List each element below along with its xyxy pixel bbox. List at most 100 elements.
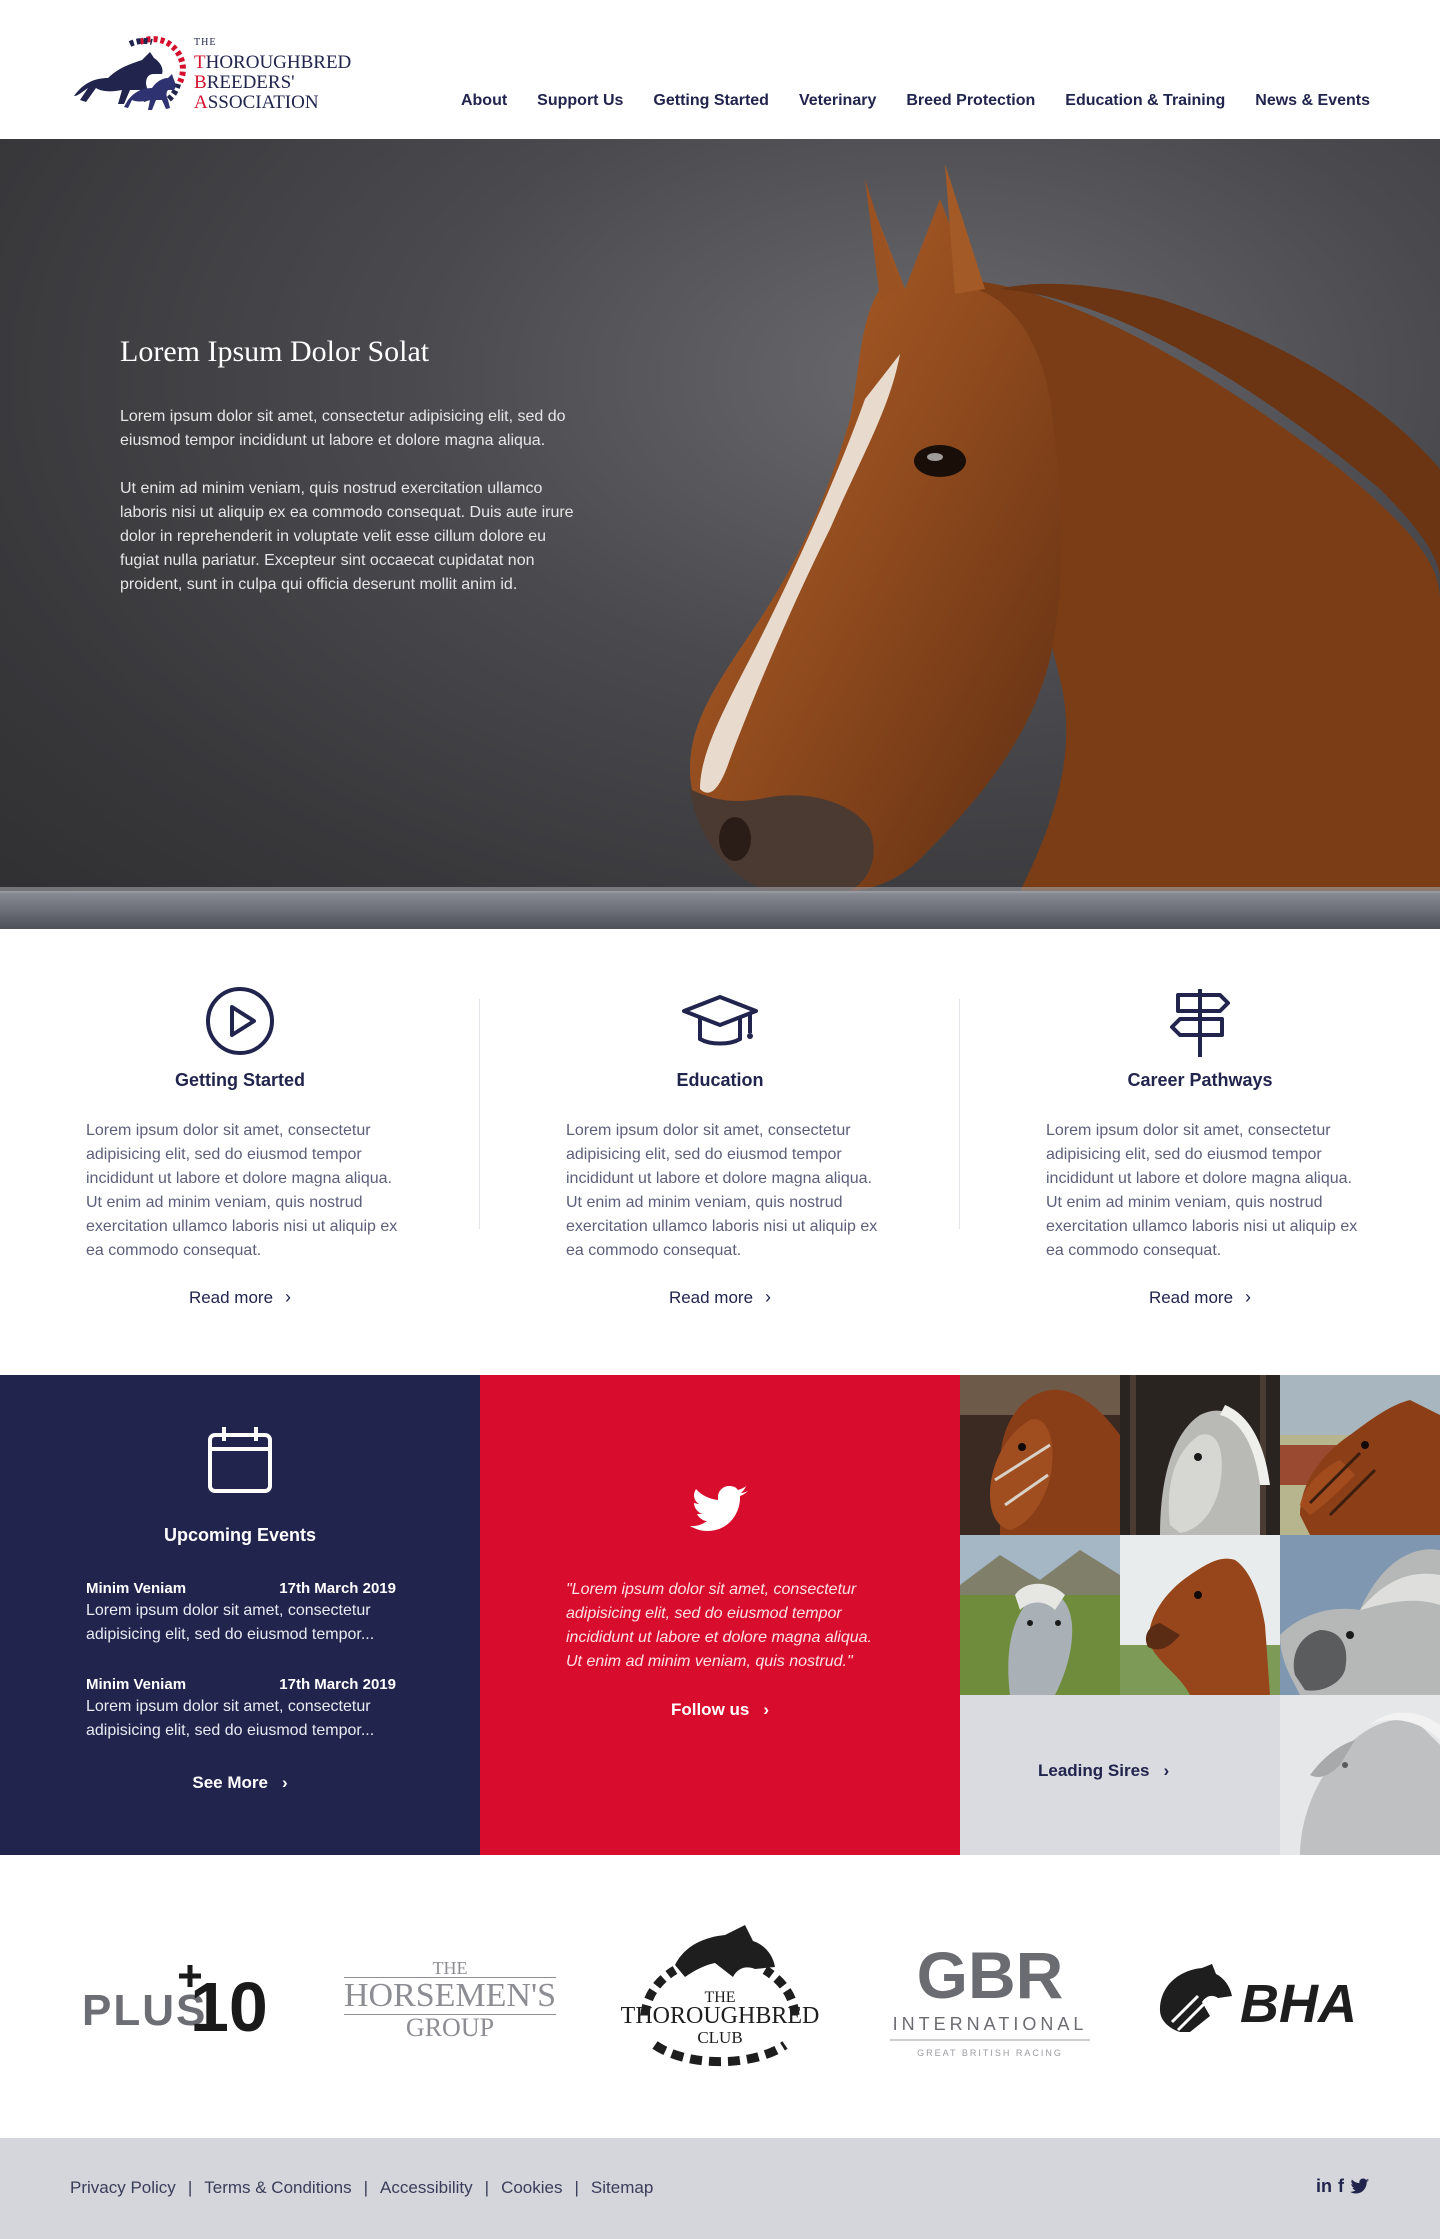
chevron-right-icon: › (1245, 1287, 1252, 1307)
feature-section: Getting Started Lorem ipsum dolor sit am… (0, 929, 1440, 1375)
gbr-international: INTERNATIONAL (893, 2014, 1088, 2034)
horse-photo[interactable] (960, 1535, 1120, 1695)
signpost-icon (1170, 989, 1230, 1057)
horse-photo-image (960, 1535, 1120, 1695)
footer-privacy-policy[interactable]: Privacy Policy (70, 2178, 176, 2198)
logo-wordmark: THE THOROUGHBRED BREEDERS' ASSOCIATION (194, 38, 351, 113)
event-text: Lorem ipsum dolor sit amet, consectetur … (86, 1698, 375, 1739)
nav-veterinary[interactable]: Veterinary (799, 92, 876, 110)
nav-getting-started[interactable]: Getting Started (653, 92, 769, 110)
twitter-bird-icon (690, 1486, 748, 1531)
thoroughbred-club-logo[interactable]: THE THOROUGHBRED CLUB (600, 1915, 840, 2085)
horse-photo-image (1280, 1375, 1440, 1535)
read-more-label: Read more (1148, 1288, 1234, 1307)
nav-support-us[interactable]: Support Us (537, 92, 623, 110)
plus10-logo[interactable]: PLUS 10 (60, 1915, 300, 2085)
thoroughbred-club-graphic: THE THOROUGHBRED CLUB (621, 1925, 820, 2067)
chevron-right-icon: › (1163, 1761, 1170, 1780)
gbr-logo-graphic: GBR INTERNATIONAL GREAT BRITISH RACING (890, 1938, 1090, 2058)
read-more-label: Read more (668, 1288, 754, 1307)
horse-photo[interactable] (1280, 1535, 1440, 1695)
horse-photo[interactable] (960, 1375, 1120, 1535)
read-more-link[interactable]: Read more › (0, 1287, 480, 1308)
follow-us-label: Follow us (670, 1700, 750, 1719)
tiles-section: Upcoming Events Minim Veniam 17th March 2… (0, 1375, 1440, 1855)
footer-separator: | (187, 2178, 193, 2197)
hero-paragraph-2: Ut enim ad minim veniam, quis nostrud ex… (120, 480, 574, 593)
nav-about[interactable]: About (461, 92, 507, 110)
horsemens-group-logo[interactable]: THE HORSEMEN'S GROUP (330, 1915, 570, 2085)
upcoming-events-tile: Upcoming Events Minim Veniam 17th March 2… (0, 1375, 480, 1855)
bha-logo[interactable]: BHA (1140, 1915, 1380, 2085)
leading-sires-tile[interactable]: Leading Sires › (960, 1695, 1440, 1855)
event-name: Minim Veniam (86, 1676, 187, 1693)
read-more-link[interactable]: Read more › (480, 1287, 960, 1308)
logo-line-3: ASSOCIATION (194, 92, 319, 113)
horse-photo-image (1280, 1535, 1440, 1695)
feature-title: Getting Started (174, 1070, 305, 1090)
logo-the: THE (194, 37, 217, 48)
hero-title: Lorem Ipsum Dolor Solat (120, 335, 430, 368)
logo-line-2: BREEDERS' (194, 72, 295, 93)
event-date: 17th March 2019 (279, 1676, 396, 1693)
footer-links: Privacy Policy | Terms & Conditions | Ac… (70, 2178, 653, 2198)
feature-text: Lorem ipsum dolor sit amet, consectetur … (86, 1122, 398, 1259)
horsemens-name: HORSEMEN'S (343, 1977, 557, 2015)
nav-breed-protection[interactable]: Breed Protection (906, 92, 1035, 110)
follow-us-link[interactable]: Follow us › (480, 1700, 960, 1720)
twitter-tile: "Lorem ipsum dolor sit amet, consectetur… (480, 1375, 960, 1855)
plus10-logo-graphic: PLUS 10 (82, 1965, 268, 2046)
leading-sires-link[interactable]: Leading Sires › (1038, 1761, 1169, 1781)
horse-photo[interactable] (1120, 1375, 1280, 1535)
feature-text: Lorem ipsum dolor sit amet, consectetur … (1046, 1122, 1358, 1259)
footer-terms[interactable]: Terms & Conditions (204, 2178, 351, 2198)
site-footer: Privacy Policy | Terms & Conditions | Ac… (0, 2138, 1440, 2239)
horse-photo-image (1120, 1535, 1280, 1695)
linkedin-icon[interactable]: in (1316, 2176, 1332, 2197)
footer-sitemap[interactable]: Sitemap (591, 2178, 653, 2198)
see-more-link[interactable]: See More › (0, 1773, 480, 1793)
footer-cookies[interactable]: Cookies (501, 2178, 562, 2198)
hero-text-block: Lorem Ipsum Dolor Solat Lorem ipsum dolo… (120, 335, 580, 621)
hero-paragraph-1: Lorem ipsum dolor sit amet, consectetur … (120, 408, 566, 449)
chevron-right-icon: › (285, 1287, 292, 1307)
read-more-label: Read more (188, 1288, 274, 1307)
chevron-right-icon: › (281, 1773, 288, 1792)
chevron-right-icon: › (763, 1700, 770, 1719)
horse-logo-icon (74, 36, 186, 110)
event-item[interactable]: Minim Veniam 17th March 2019 Lorem ipsum … (86, 1580, 396, 1647)
horsemens-logo-text: THE HORSEMEN'S GROUP (343, 1959, 557, 2041)
footer-accessibility[interactable]: Accessibility (380, 2178, 473, 2198)
feature-career-pathways: Career Pathways Lorem ipsum dolor sit am… (960, 929, 1440, 1375)
leading-sires-label: Leading Sires (1038, 1761, 1150, 1780)
facebook-icon[interactable]: f (1338, 2176, 1344, 2197)
horse-photo-grid: Leading Sires › (960, 1375, 1440, 1855)
event-text: Lorem ipsum dolor sit amet, consectetur … (86, 1602, 375, 1643)
hero-banner: Lorem Ipsum Dolor Solat Lorem ipsum dolo… (0, 139, 1440, 929)
horse-photo[interactable] (1280, 1375, 1440, 1535)
chevron-right-icon: › (765, 1287, 772, 1307)
gbr-international-logo[interactable]: GBR INTERNATIONAL GREAT BRITISH RACING (870, 1915, 1110, 2085)
nav-news-events[interactable]: News & Events (1255, 92, 1370, 110)
gbr-subtitle: GREAT BRITISH RACING (917, 2048, 1063, 2058)
feature-title: Career Pathways (1127, 1070, 1273, 1090)
footer-separator: | (574, 2178, 579, 2197)
twitter-icon[interactable] (1350, 2178, 1370, 2195)
main-nav: About Support Us Getting Started Veterin… (461, 92, 1370, 110)
nav-education-training[interactable]: Education & Training (1065, 92, 1225, 110)
footer-separator: | (363, 2178, 369, 2197)
tweet-quote: "Lorem ipsum dolor sit amet, consectetur… (566, 1581, 872, 1670)
feature-text: Lorem ipsum dolor sit amet, consectetur … (566, 1122, 878, 1259)
social-links: in f (1316, 2176, 1370, 2197)
event-item[interactable]: Minim Veniam 17th March 2019 Lorem ipsum … (86, 1676, 396, 1743)
events-title: Upcoming Events (163, 1525, 317, 1545)
horse-photo[interactable] (1120, 1535, 1280, 1695)
plus10-plus-text: PLUS (82, 1986, 207, 2035)
read-more-link[interactable]: Read more › (960, 1287, 1440, 1308)
bha-logo-graphic: BHA (1160, 1964, 1357, 2034)
grey-horse-photo (1280, 1695, 1440, 1855)
tbclub-name: THOROUGHBRED (621, 2003, 820, 2029)
tba-logo[interactable]: THE THOROUGHBRED BREEDERS' ASSOCIATION (70, 34, 360, 114)
feature-getting-started: Getting Started Lorem ipsum dolor sit am… (0, 929, 480, 1375)
play-circle-icon (206, 987, 274, 1055)
